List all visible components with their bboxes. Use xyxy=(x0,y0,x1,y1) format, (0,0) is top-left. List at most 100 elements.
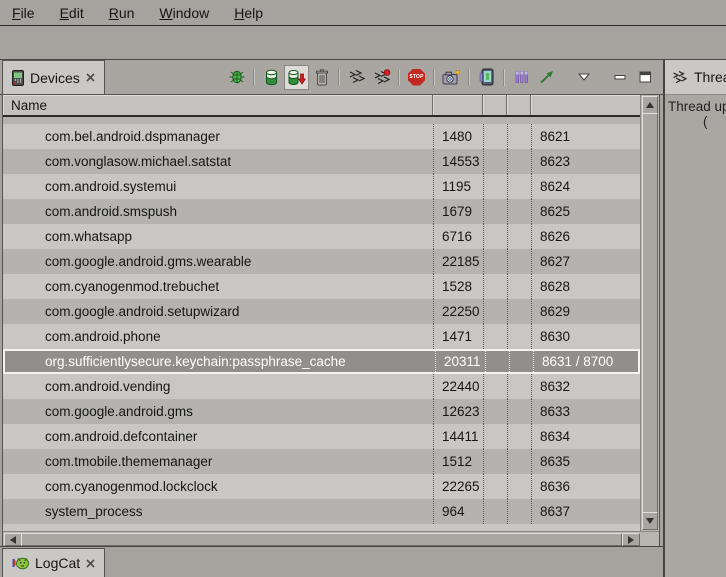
cell-pid: 964 xyxy=(433,499,483,524)
close-icon[interactable] xyxy=(86,73,95,82)
cell-col4 xyxy=(507,324,531,349)
toolbar-strip xyxy=(0,26,726,60)
scroll-down-button[interactable] xyxy=(642,512,658,530)
cell-port: 8632 xyxy=(531,374,640,399)
menu-run[interactable]: Run xyxy=(109,5,135,21)
table-row[interactable]: com.cyanogenmod.trebuchet15288628 xyxy=(3,274,640,299)
table-row[interactable]: com.android.vending224408632 xyxy=(3,374,640,399)
toolbar-separator xyxy=(468,69,470,86)
cell-col4 xyxy=(507,399,531,424)
stop-process-icon[interactable]: STOP xyxy=(404,65,429,90)
cell-pid: 22440 xyxy=(433,374,483,399)
tab-logcat[interactable]: LogCat xyxy=(2,548,105,577)
cell-col3 xyxy=(483,199,507,224)
screen-capture-icon[interactable] xyxy=(439,65,464,90)
column-header-5[interactable] xyxy=(531,95,640,115)
tab-threads[interactable]: Threads xyxy=(665,60,726,95)
cell-pid: 1471 xyxy=(433,324,483,349)
capture-system-trace-icon[interactable] xyxy=(509,65,534,90)
devices-panel: Devices xyxy=(0,60,663,577)
cell-col4 xyxy=(509,351,533,372)
start-method-profiling-icon[interactable] xyxy=(369,65,394,90)
scroll-up-button[interactable] xyxy=(642,96,658,114)
threads-icon xyxy=(672,70,688,85)
dump-hprof-icon[interactable] xyxy=(284,65,309,90)
table-row[interactable]: system_process9648637 xyxy=(3,499,640,524)
cell-name: com.google.android.setupwizard xyxy=(3,299,433,324)
menu-file[interactable]: File xyxy=(12,5,35,21)
app-window: FileEditRunWindowHelp Device xyxy=(0,0,726,577)
cell-name: org.sufficientlysecure.keychain:passphra… xyxy=(5,351,435,372)
menu-help[interactable]: Help xyxy=(234,5,263,21)
vertical-scrollbar[interactable] xyxy=(640,95,659,531)
cell-port: 8621 xyxy=(531,124,640,149)
cause-gc-trash-icon[interactable] xyxy=(309,65,334,90)
table-row[interactable]: com.bel.android.dspmanager14808621 xyxy=(3,124,640,149)
column-header-2[interactable] xyxy=(433,95,483,115)
column-header-4[interactable] xyxy=(507,95,531,115)
view-menu-icon[interactable] xyxy=(571,65,596,90)
update-threads-icon[interactable] xyxy=(344,65,369,90)
table-row[interactable]: com.google.android.gms.wearable221858627 xyxy=(3,249,640,274)
table-row[interactable]: com.google.android.setupwizard22250 8629 xyxy=(3,299,640,324)
column-header-name[interactable]: Name xyxy=(3,95,433,115)
scroll-right-button[interactable] xyxy=(622,533,640,546)
cell-col3 xyxy=(483,174,507,199)
cell-col3 xyxy=(483,274,507,299)
cell-col4 xyxy=(507,374,531,399)
stop-label: STOP xyxy=(409,74,423,80)
table-header: Name xyxy=(3,95,640,117)
table-row[interactable]: com.android.systemui11958624 xyxy=(3,174,640,199)
scroll-left-button[interactable] xyxy=(4,533,22,546)
table-row[interactable]: com.whatsapp67168626 xyxy=(3,224,640,249)
maximize-icon[interactable] xyxy=(633,65,658,90)
cell-col3 xyxy=(483,224,507,249)
cell-col4 xyxy=(507,424,531,449)
cell-col3 xyxy=(483,149,507,174)
stop-octagon: STOP xyxy=(408,69,425,86)
horizontal-scrollbar[interactable] xyxy=(3,531,659,547)
minimize-icon[interactable] xyxy=(608,65,633,90)
table-row[interactable]: org.sufficientlysecure.keychain:passphra… xyxy=(3,349,640,374)
cell-port: 8631 / 8700 xyxy=(533,351,638,372)
cell-col4 xyxy=(507,499,531,524)
cell-name: com.android.defcontainer xyxy=(3,424,433,449)
table-row[interactable]: com.vonglasow.michael.satstat145538623 xyxy=(3,149,640,174)
cell-col3 xyxy=(483,399,507,424)
horizontal-scroll-thumb[interactable] xyxy=(21,533,622,546)
threads-message-line2: ( xyxy=(668,114,726,129)
table-row[interactable]: com.android.defcontainer144118634 xyxy=(3,424,640,449)
table-row[interactable]: com.cyanogenmod.lockclock222658636 xyxy=(3,474,640,499)
cell-col4 xyxy=(507,224,531,249)
tab-threads-label: Threads xyxy=(694,69,726,85)
cell-port: 8626 xyxy=(531,224,640,249)
cell-pid: 1528 xyxy=(433,274,483,299)
cell-pid: 22250 xyxy=(433,299,483,324)
cell-pid: 14411 xyxy=(433,424,483,449)
cell-pid: 14553 xyxy=(433,149,483,174)
close-icon[interactable] xyxy=(86,559,95,568)
tab-devices[interactable]: Devices xyxy=(2,60,105,94)
vertical-scroll-thumb[interactable] xyxy=(642,113,658,513)
table-row[interactable]: com.android.phone14718630 xyxy=(3,324,640,349)
devices-table: Name com.bel.android.dspmanager14808621c… xyxy=(2,94,660,548)
cell-port: 8636 xyxy=(531,474,640,499)
table-row[interactable]: com.android.smspush16798625 xyxy=(3,199,640,224)
column-header-3[interactable] xyxy=(483,95,507,115)
update-heap-icon[interactable] xyxy=(259,65,284,90)
cell-pid: 1512 xyxy=(433,449,483,474)
cell-pid: 1480 xyxy=(433,124,483,149)
cell-col3 xyxy=(483,299,507,324)
menu-window[interactable]: Window xyxy=(159,5,209,21)
cell-col3 xyxy=(485,351,509,372)
table-row[interactable]: com.tmobile.thememanager15128635 xyxy=(3,449,640,474)
cell-pid: 1679 xyxy=(433,199,483,224)
cell-port: 8624 xyxy=(531,174,640,199)
table-row[interactable]: com.google.android.gms126238633 xyxy=(3,399,640,424)
cell-port: 8629 xyxy=(531,299,640,324)
debug-attach-icon[interactable] xyxy=(224,65,249,90)
cell-name: com.android.smspush xyxy=(3,199,433,224)
menu-edit[interactable]: Edit xyxy=(60,5,84,21)
emulator-control-icon[interactable] xyxy=(474,65,499,90)
start-opengl-trace-icon[interactable] xyxy=(534,65,559,90)
